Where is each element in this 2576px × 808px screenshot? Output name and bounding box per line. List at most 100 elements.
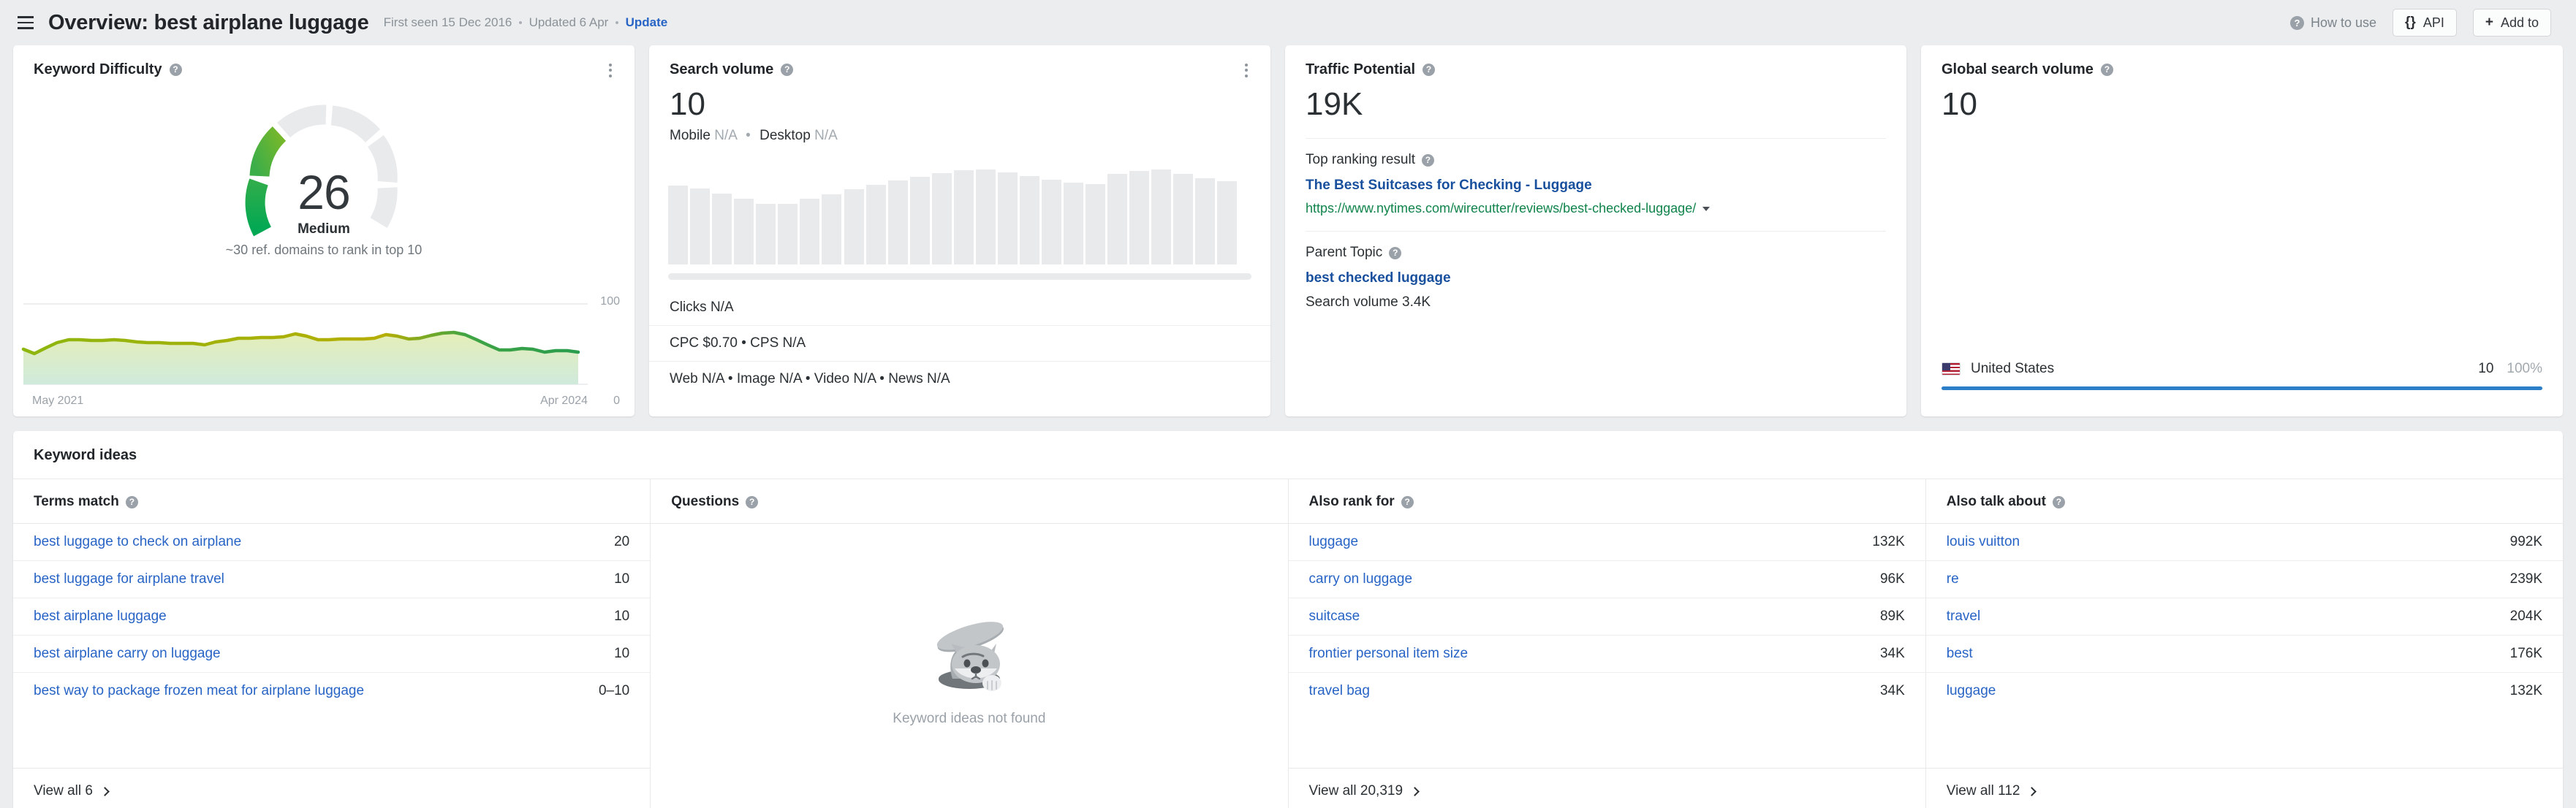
mobile-value: N/A [714,128,737,143]
top-ranking-result-label-row: Top ranking result ? [1306,152,1886,168]
also-rank-for-footer: View all 20,319 [1288,768,1925,808]
keyword-link[interactable]: best airplane luggage [34,609,167,625]
terms-match-header: Terms match ? [13,479,651,524]
list-item[interactable]: carry on luggage 96K [1288,561,1925,598]
list-item[interactable]: best luggage to check on airplane 20 [13,524,651,561]
list-item[interactable]: best way to package frozen meat for airp… [13,673,650,709]
questions-header: Questions ? [651,479,1288,524]
update-link[interactable]: Update [626,15,668,30]
keyword-link[interactable]: re [1947,571,1959,587]
keyword-link[interactable]: luggage [1309,534,1359,550]
search-volume-devices: Mobile N/A • Desktop N/A [649,123,1270,144]
questions-empty-state: Keyword ideas not found [651,524,1287,808]
keyword-difficulty-header: Keyword Difficulty ? [13,45,634,78]
kd-axis-min: 0 [613,395,620,407]
keyword-link[interactable]: best luggage for airplane travel [34,571,224,587]
list-item[interactable]: luggage 132K [1288,524,1925,561]
chevron-right-icon [2027,786,2037,796]
list-item[interactable]: re 239K [1925,561,2563,598]
header-actions: ? How to use {} API + Add to [2289,9,2551,37]
add-to-label: Add to [2500,15,2539,30]
list-item[interactable]: best airplane carry on luggage 10 [13,636,651,673]
terms-match-list: best luggage to check on airplane 20 bes… [13,524,651,768]
how-to-use-button[interactable]: ? How to use [2289,15,2376,31]
image-label: Image [736,371,776,386]
meta-separator-2: • [615,16,619,29]
chevron-down-icon[interactable] [1702,206,1711,211]
search-volume-card: Search volume ? 10 Mobile N/A • Desktop … [649,45,1270,416]
view-all-terms-match-link[interactable]: View all 6 [34,783,110,799]
help-icon[interactable]: ? [1401,495,1414,508]
chevron-right-icon [1410,786,1420,796]
help-icon[interactable]: ? [1423,64,1436,76]
api-label: API [2422,15,2444,30]
top-ranking-result-link[interactable]: The Best Suitcases for Checking - Luggag… [1306,178,1886,194]
list-item[interactable]: travel bag 34K [1289,673,1925,709]
traffic-potential-value: 19K [1306,86,1363,122]
keyword-volume: 0–10 [598,683,630,698]
list-item[interactable]: suitcase 89K [1288,598,1925,636]
country-share-bar [1942,386,2542,390]
country-row[interactable]: United States 10 100% [1921,361,2563,377]
top-ranking-result-url-row[interactable]: https://www.nytimes.com/wirecutter/revie… [1306,201,1886,216]
help-icon[interactable]: ? [169,64,182,76]
keyword-link[interactable]: travel [1947,609,1980,625]
help-icon[interactable]: ? [2100,64,2113,76]
list-item[interactable]: luggage 132K [1926,673,2563,709]
help-icon[interactable]: ? [2052,495,2065,508]
keyword-volume: 176K [2509,646,2542,661]
list-item[interactable]: frontier personal item size 34K [1288,636,1925,673]
cat-in-manhole-illustration [936,621,1004,691]
view-all-also-rank-for-link[interactable]: View all 20,319 [1309,783,1420,799]
help-icon[interactable]: ? [746,495,759,508]
hamburger-icon[interactable] [13,10,38,35]
keyword-link[interactable]: luggage [1947,683,1996,699]
keyword-link[interactable]: best [1947,646,1973,662]
top-ranking-result-url[interactable]: https://www.nytimes.com/wirecutter/revie… [1306,201,1696,216]
also-rank-for-list: luggage 132K carry on luggage 96K suitca… [1288,524,1925,768]
keyword-difficulty-chart: 100 0 May 2021 Apr 2024 [13,285,634,416]
cps-value: N/A [782,335,806,351]
country-percent: 100% [2507,361,2542,376]
search-volume-chart-scrollbar[interactable] [668,273,1251,280]
parent-topic-link[interactable]: best checked luggage [1306,270,1886,286]
page-title: Overview: best airplane luggage [48,10,369,34]
parent-topic-label: Parent Topic [1306,245,1383,260]
list-item[interactable]: travel 204K [1925,598,2563,636]
device-separator: • [746,128,751,143]
top-ranking-result-label: Top ranking result [1306,152,1415,167]
keyword-link[interactable]: best airplane carry on luggage [34,646,221,662]
mobile-label: Mobile [670,128,711,143]
list-item[interactable]: best airplane luggage 10 [13,598,651,636]
list-item[interactable]: best 176K [1925,636,2563,673]
list-item[interactable]: louis vuitton 992K [1925,524,2563,561]
image-value: N/A [779,371,802,386]
help-icon[interactable]: ? [1389,246,1402,259]
country-metrics: 10 100% [2478,361,2542,377]
keyword-link[interactable]: suitcase [1309,609,1360,625]
add-to-button[interactable]: + Add to [2472,9,2551,37]
keyword-volume: 10 [614,609,630,624]
keyword-link[interactable]: carry on luggage [1309,571,1413,587]
keyword-link[interactable]: best way to package frozen meat for airp… [34,683,364,699]
help-icon[interactable]: ? [1421,153,1434,167]
desktop-label: Desktop [759,128,811,143]
api-button[interactable]: {} API [2393,9,2457,37]
view-all-also-talk-about-link[interactable]: View all 112 [1947,783,2037,799]
parent-topic-section: Parent Topic ? best checked luggage Sear… [1285,232,1906,310]
help-icon[interactable]: ? [125,495,138,508]
serp-separator-2: • [805,371,811,386]
kd-x-end: Apr 2024 [540,395,588,407]
keyword-link[interactable]: louis vuitton [1947,534,2020,550]
keyword-link[interactable]: frontier personal item size [1309,646,1469,662]
video-label: Video [814,371,850,386]
app-root: Overview: best airplane luggage First se… [0,0,2576,808]
keyword-difficulty-menu-icon[interactable] [602,61,618,79]
list-item[interactable]: best luggage for airplane travel 10 [13,561,651,598]
keyword-link[interactable]: best luggage to check on airplane [34,534,241,550]
help-icon[interactable]: ? [781,64,794,76]
keyword-link[interactable]: travel bag [1309,683,1370,699]
keyword-difficulty-title: Keyword Difficulty [34,61,162,77]
search-volume-menu-icon[interactable] [1238,61,1254,79]
keyword-volume: 20 [614,534,630,549]
